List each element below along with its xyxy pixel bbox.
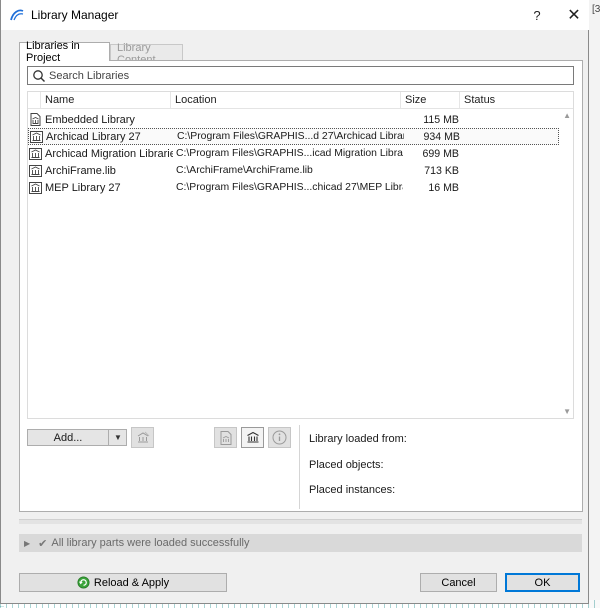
- library-settings-button[interactable]: [241, 427, 264, 448]
- ok-button[interactable]: OK: [505, 573, 580, 592]
- column-header-icon: [28, 92, 41, 108]
- library-icon: [246, 431, 259, 443]
- scroll-up-arrow[interactable]: ▲: [563, 111, 571, 120]
- row-location: C:\Program Files\GRAPHIS...icad Migratio…: [176, 148, 403, 159]
- row-name: ArchiFrame.lib: [45, 164, 116, 177]
- library-icon: [29, 130, 44, 143]
- remove-library-icon: [137, 431, 149, 443]
- archicad-app-icon: [10, 9, 24, 21]
- reload-icon: [77, 576, 90, 589]
- section-separator: [19, 519, 582, 524]
- libraries-table: Name Location Size Status Embedded Libra…: [27, 91, 574, 419]
- title-bar: Library Manager ? ✕: [1, 0, 589, 30]
- search-box: [27, 66, 574, 85]
- info-icon: [272, 430, 287, 445]
- row-size: 16 MB: [428, 181, 459, 194]
- row-size: 115 MB: [423, 113, 459, 126]
- reload-apply-label: Reload & Apply: [93, 576, 170, 589]
- library-manager-dialog: Library Manager ? ✕ Libraries in Project…: [0, 0, 589, 604]
- table-row[interactable]: Archicad Library 27 C:\Program Files\GRA…: [28, 128, 559, 145]
- library-icon: [28, 147, 43, 160]
- remove-library-button[interactable]: [131, 427, 154, 448]
- scroll-down-arrow[interactable]: ▼: [563, 407, 571, 416]
- library-info-button[interactable]: [268, 427, 291, 448]
- expand-chevron-icon[interactable]: ▶: [24, 539, 30, 548]
- libraries-panel: Name Location Size Status Embedded Libra…: [19, 60, 583, 512]
- column-header-name[interactable]: Name: [41, 92, 171, 108]
- library-loaded-from-label: Library loaded from:: [309, 433, 407, 445]
- placed-instances-label: Placed instances:: [309, 484, 396, 496]
- load-status-message: All library parts were loaded successful…: [51, 537, 250, 549]
- checkmark-icon: ✔: [38, 537, 48, 550]
- dialog-title: Library Manager: [31, 8, 119, 22]
- background-edge-text: [3: [592, 4, 600, 15]
- table-row[interactable]: Embedded Library 115 MB: [28, 111, 559, 128]
- reload-apply-button[interactable]: Reload & Apply: [19, 573, 227, 592]
- library-icon: [28, 164, 43, 177]
- row-location: C:\ArchiFrame\ArchiFrame.lib: [176, 165, 313, 176]
- embed-library-button[interactable]: [214, 427, 237, 448]
- placed-objects-label: Placed objects:: [309, 459, 384, 471]
- panel-divider: [299, 425, 300, 509]
- table-row[interactable]: ArchiFrame.lib C:\ArchiFrame\ArchiFrame.…: [28, 162, 559, 179]
- load-status-bar[interactable]: ▶ ✔ All library parts were loaded succes…: [19, 534, 582, 552]
- table-row[interactable]: MEP Library 27 C:\Program Files\GRAPHIS.…: [28, 179, 559, 196]
- row-name: Archicad Library 27: [46, 130, 141, 143]
- close-button[interactable]: ✕: [559, 0, 589, 30]
- row-name: Embedded Library: [45, 113, 135, 126]
- embedded-library-icon: [28, 113, 43, 126]
- column-header-status[interactable]: Status: [460, 92, 544, 108]
- help-button[interactable]: ?: [523, 0, 551, 30]
- row-location: C:\Program Files\GRAPHIS...chicad 27\MEP…: [176, 182, 403, 193]
- cancel-button[interactable]: Cancel: [420, 573, 497, 592]
- add-button-label: Add...: [53, 431, 83, 444]
- embedded-library-icon: [220, 430, 231, 445]
- library-icon: [28, 181, 43, 194]
- table-header: Name Location Size Status: [28, 92, 573, 109]
- background-app-edge: [588, 0, 600, 608]
- add-dropdown-chevron-icon[interactable]: ▼: [108, 429, 127, 446]
- row-size: 934 MB: [423, 130, 460, 143]
- row-size: 713 KB: [424, 164, 459, 177]
- search-input[interactable]: [49, 69, 549, 82]
- tab-libraries-in-project[interactable]: Libraries in Project: [19, 40, 110, 64]
- row-name: MEP Library 27: [45, 181, 121, 194]
- column-header-size[interactable]: Size: [401, 92, 460, 108]
- column-header-location[interactable]: Location: [171, 92, 401, 108]
- search-icon: [33, 69, 45, 82]
- row-size: 699 MB: [422, 147, 459, 160]
- row-location: C:\Program Files\GRAPHIS...d 27\Archicad…: [177, 131, 404, 142]
- table-row[interactable]: Archicad Migration Libraries C:\Program …: [28, 145, 559, 162]
- row-name: Archicad Migration Libraries: [45, 147, 173, 160]
